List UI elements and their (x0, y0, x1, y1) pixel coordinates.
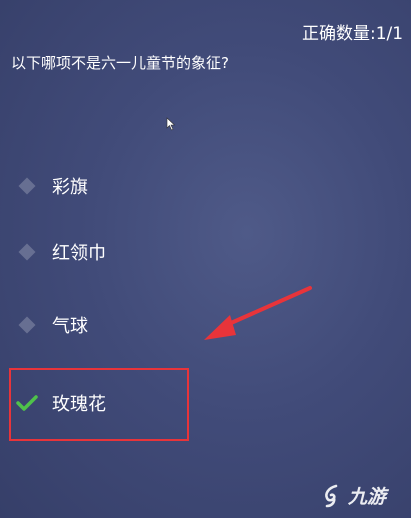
option-diamond-icon (14, 312, 40, 338)
watermark-logo: 九游 (322, 482, 386, 509)
correct-count: 正确数量:1/1 (302, 24, 404, 44)
answer-highlight-box (9, 368, 189, 441)
option-label: 气球 (52, 316, 88, 337)
option-caiqi[interactable]: 彩旗 (14, 170, 88, 202)
option-qiqiu[interactable]: 气球 (14, 309, 88, 341)
red-arrow-icon (204, 286, 312, 340)
option-honglingjin[interactable]: 红领巾 (14, 236, 106, 268)
watermark-text: 九游 (348, 486, 387, 508)
option-diamond-icon (14, 173, 40, 199)
option-label: 红领巾 (52, 243, 106, 264)
mouse-cursor-icon (166, 117, 176, 131)
option-diamond-icon (14, 239, 40, 265)
option-label: 彩旗 (52, 177, 88, 198)
quiz-screen: 正确数量:1/1 以下哪项不是六一儿童节的象征? 彩旗 红领巾 气球 玫瑰花 九… (0, 0, 411, 518)
question-text: 以下哪项不是六一儿童节的象征? (11, 54, 229, 72)
jiuyou-logo-icon (325, 484, 338, 507)
